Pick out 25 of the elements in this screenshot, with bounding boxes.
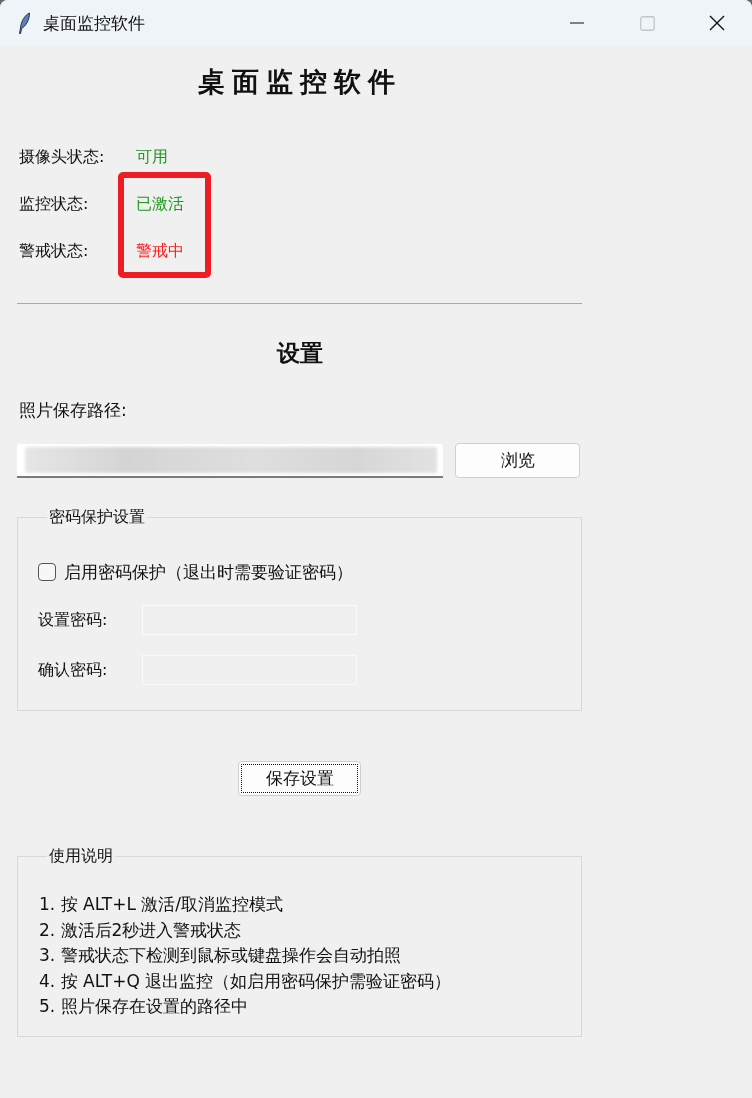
path-label: 照片保存路径: bbox=[18, 399, 128, 421]
group-title: 密码保护设置 bbox=[48, 507, 146, 527]
status-label: 摄像头状态: bbox=[18, 147, 106, 168]
instruction-text: 2. 激活后2秒进入警戒状态 bbox=[38, 918, 243, 942]
instruction-text: 4. 按 ALT+Q 退出监控（如启用密码保护需验证密码） bbox=[38, 969, 453, 993]
save-button[interactable]: 保存设置 bbox=[238, 761, 361, 796]
status-value: 可用 bbox=[136, 147, 168, 168]
instruction-text: 1. 按 ALT+L 激活/取消监控模式 bbox=[38, 893, 285, 916]
status-value: 警戒中 bbox=[136, 241, 184, 262]
window-title: 桌面监控软件 bbox=[43, 11, 146, 35]
status-label: 监控状态: bbox=[18, 194, 90, 215]
status-label: 警戒状态: bbox=[18, 241, 90, 262]
group-title: 使用说明 bbox=[48, 846, 114, 866]
instruction-text: 5. 照片保存在设置的路径中 bbox=[38, 995, 249, 1018]
password-label: 设置密码: bbox=[38, 609, 109, 631]
instruction-text: 3. 警戒状态下检测到鼠标或键盘操作会自动拍照 bbox=[38, 944, 402, 967]
feather-icon bbox=[18, 12, 31, 34]
browse-button[interactable]: 浏览 bbox=[455, 443, 580, 478]
app-heading: 桌面监控软件 bbox=[197, 65, 402, 99]
checkbox-label: 启用密码保护（退出时需要验证密码） bbox=[64, 560, 353, 584]
status-value: 已激活 bbox=[136, 194, 184, 215]
password-label: 确认密码: bbox=[38, 659, 109, 681]
path-field[interactable] bbox=[17, 443, 443, 478]
checkbox[interactable] bbox=[38, 563, 56, 581]
settings-heading: 设置 bbox=[276, 339, 323, 368]
